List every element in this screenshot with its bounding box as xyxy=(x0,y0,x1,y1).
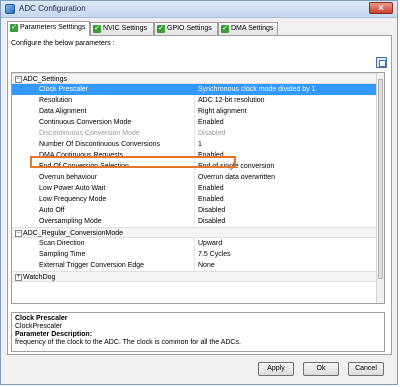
param-label: Low Power Auto Wait xyxy=(39,185,106,192)
param-row[interactable]: Low Power Auto Wait Enabled xyxy=(12,183,378,194)
description-title: Clock Prescaler xyxy=(15,315,68,322)
column-divider xyxy=(194,128,195,139)
expand-icon[interactable]: + xyxy=(15,274,22,281)
param-label: Scan Direction xyxy=(39,240,85,247)
description-param-name: ClockPrescaler xyxy=(15,323,63,330)
column-divider xyxy=(194,139,195,150)
param-value[interactable]: None xyxy=(198,260,215,271)
column-divider xyxy=(194,183,195,194)
param-row[interactable]: Continuous Conversion Mode Enabled xyxy=(12,117,378,128)
param-label: Discontinuous Conversion Mode xyxy=(39,130,140,137)
param-label: Number Of Discontinuous Conversions xyxy=(39,141,160,148)
column-divider xyxy=(194,172,195,183)
description-text: frequency of the clock to the ADC. The c… xyxy=(15,339,241,346)
tab-label: NVIC Settings xyxy=(103,25,147,32)
param-value[interactable]: Upward xyxy=(198,238,222,249)
column-divider xyxy=(194,106,195,117)
param-row[interactable]: Sampling Time 7.5 Cycles xyxy=(12,249,378,260)
param-label: Data Alignment xyxy=(39,108,87,115)
column-divider xyxy=(194,117,195,128)
cancel-button[interactable]: Cancel xyxy=(348,362,384,376)
tab-parameters-settings[interactable]: ✓ Parameters Setttings xyxy=(7,21,90,36)
param-value[interactable]: Synchronous clock mode divided by 1 xyxy=(198,84,316,95)
column-divider xyxy=(194,216,195,227)
tab-label: DMA Settings xyxy=(231,25,274,32)
param-value[interactable]: Overrun data overwritten xyxy=(198,172,275,183)
tab-dma-settings[interactable]: ✓ DMA Settings xyxy=(218,22,278,35)
column-divider xyxy=(194,260,195,271)
param-value: Disabled xyxy=(198,130,226,137)
param-row[interactable]: External Trigger Conversion Edge None xyxy=(12,260,378,271)
param-row[interactable]: Low Frequency Mode Enabled xyxy=(12,194,378,205)
column-divider xyxy=(194,238,195,249)
tab-label: GPIO Settings xyxy=(167,25,212,32)
param-row[interactable]: Resolution ADC 12-bit resolution xyxy=(12,95,378,106)
parameters-panel: Configure the below parameters : − ADC_S… xyxy=(7,35,392,355)
close-button[interactable]: ✕ xyxy=(369,2,393,14)
param-row: Discontinuous Conversion Mode Disabled xyxy=(12,128,378,139)
param-label: Sampling Time xyxy=(39,251,86,258)
param-label: Continuous Conversion Mode xyxy=(39,119,132,126)
param-row[interactable]: Auto Off Disabled xyxy=(12,205,378,216)
param-label: Clock Prescaler xyxy=(39,86,89,93)
collapse-icon[interactable]: − xyxy=(15,76,22,83)
tab-gpio-settings[interactable]: ✓ GPIO Settings xyxy=(154,22,218,35)
collapse-icon[interactable]: − xyxy=(15,230,22,237)
check-icon: ✓ xyxy=(10,24,18,32)
param-value[interactable]: Right alignment xyxy=(198,106,247,117)
column-divider xyxy=(194,95,195,106)
param-value[interactable]: Enabled xyxy=(198,183,224,194)
param-label: Auto Off xyxy=(39,207,65,214)
vertical-scrollbar[interactable] xyxy=(376,73,384,303)
app-icon xyxy=(5,4,15,14)
highlight-annotation-box xyxy=(30,156,236,168)
param-row[interactable]: Oversampling Mode Disabled xyxy=(12,216,378,227)
tab-label: Parameters Setttings xyxy=(20,24,86,31)
param-value[interactable]: 7.5 Cycles xyxy=(198,249,231,260)
window-title: ADC Configuration xyxy=(19,4,86,13)
param-row[interactable]: Overrun behaviour Overrun data overwritt… xyxy=(12,172,378,183)
column-divider xyxy=(194,194,195,205)
description-panel: Clock Prescaler ClockPrescaler Parameter… xyxy=(11,312,385,352)
param-label: Oversampling Mode xyxy=(39,218,102,225)
column-divider xyxy=(194,205,195,216)
param-row[interactable]: Number Of Discontinuous Conversions 1 xyxy=(12,139,378,150)
param-label: External Trigger Conversion Edge xyxy=(39,262,145,269)
param-row[interactable]: Clock Prescaler Synchronous clock mode d… xyxy=(12,84,378,95)
scrollbar-thumb[interactable] xyxy=(378,79,383,279)
column-divider xyxy=(194,249,195,260)
param-value[interactable]: Disabled xyxy=(198,216,225,227)
param-row[interactable]: Data Alignment Right alignment xyxy=(12,106,378,117)
parameter-tree: − ADC_Settings Clock Prescaler Synchrono… xyxy=(11,72,385,304)
param-label: Resolution xyxy=(39,97,73,104)
configure-text: Configure the below parameters : xyxy=(11,40,115,47)
param-value[interactable]: Enabled xyxy=(198,194,224,205)
group-adc-settings[interactable]: − ADC_Settings xyxy=(12,73,378,84)
view-toggle-button[interactable] xyxy=(376,57,387,68)
title-bar: ADC Configuration ✕ xyxy=(1,1,397,18)
param-row[interactable]: Scan Direction Upward xyxy=(12,238,378,249)
tab-nvic-settings[interactable]: ✓ NVIC Settings xyxy=(90,22,154,35)
check-icon: ✓ xyxy=(93,25,101,33)
check-icon: ✓ xyxy=(221,25,229,33)
description-heading: Parameter Description: xyxy=(15,331,93,338)
param-value[interactable]: Disabled xyxy=(198,205,225,216)
param-value[interactable]: Enabled xyxy=(198,117,224,128)
check-icon: ✓ xyxy=(157,25,165,33)
param-label: Overrun behaviour xyxy=(39,174,97,181)
param-label: Low Frequency Mode xyxy=(39,196,107,203)
param-value[interactable]: 1 xyxy=(198,139,202,150)
group-label: WatchDog xyxy=(23,274,56,281)
group-watchdog[interactable]: + WatchDog xyxy=(12,271,378,282)
ok-button[interactable]: Ok xyxy=(303,362,339,376)
group-adc-regular-conversion-mode[interactable]: − ADC_Regular_ConversionMode xyxy=(12,227,378,238)
apply-button[interactable]: Apply xyxy=(258,362,294,376)
param-value[interactable]: ADC 12-bit resolution xyxy=(198,95,265,106)
